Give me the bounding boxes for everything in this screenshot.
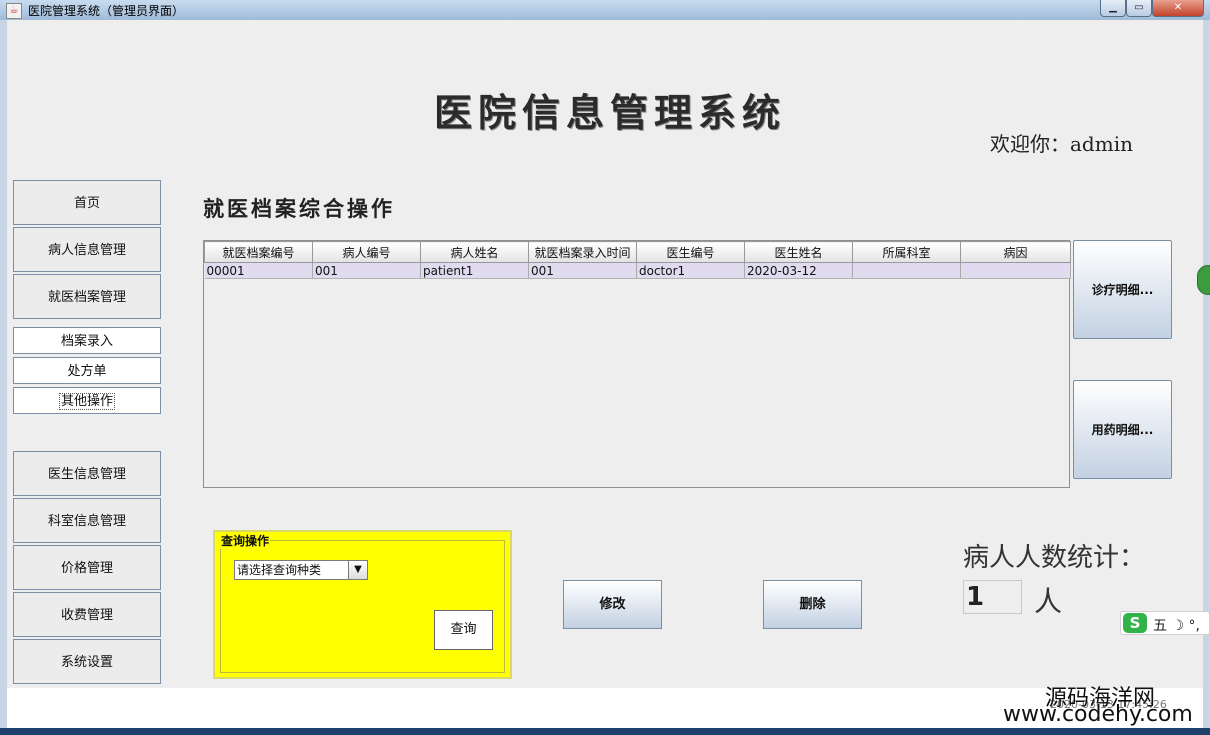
os-taskbar xyxy=(0,728,1210,735)
section-title: 就医档案综合操作 xyxy=(203,196,395,221)
watermark-url: www.codehy.com xyxy=(1003,702,1193,727)
query-panel-legend: 查询操作 xyxy=(220,532,271,549)
subnav-other-label: 其他操作 xyxy=(58,393,115,410)
patient-count-unit: 人 xyxy=(1034,585,1063,618)
subnav-record-entry[interactable]: 档案录入 xyxy=(13,327,161,354)
maximize-button[interactable]: ▭ xyxy=(1126,0,1152,17)
table-header-row: 就医档案编号 病人编号 病人姓名 就医档案录入时间 医生编号 医生姓名 所属科室… xyxy=(204,241,1071,263)
delete-button[interactable]: 删除 xyxy=(763,580,862,629)
column-header[interactable]: 就医档案录入时间 xyxy=(528,241,637,263)
minimize-button[interactable]: ▁ xyxy=(1100,0,1126,17)
nav-home[interactable]: 首页 xyxy=(13,180,161,225)
table-cell[interactable]: 00001 xyxy=(204,262,313,279)
ime-toolbar[interactable]: S 五 ☽ °, xyxy=(1120,611,1210,635)
table-cell[interactable]: 001 xyxy=(312,262,421,279)
query-type-select[interactable]: 请选择查询种类 ▼ xyxy=(234,560,368,580)
nav-patient-info[interactable]: 病人信息管理 xyxy=(13,227,161,272)
query-panel: 查询操作 请选择查询种类 ▼ 查询 xyxy=(213,530,512,679)
floating-widget-icon[interactable] xyxy=(1197,265,1210,295)
table-cell[interactable]: patient1 xyxy=(420,262,529,279)
chevron-down-icon[interactable]: ▼ xyxy=(348,561,367,579)
medication-detail-button[interactable]: 用药明细... xyxy=(1073,380,1172,479)
query-button[interactable]: 查询 xyxy=(434,610,493,650)
nav-price-management[interactable]: 价格管理 xyxy=(13,545,161,590)
table-cell[interactable]: 2020-03-12 xyxy=(744,262,853,279)
sogou-ime-icon[interactable]: S xyxy=(1123,613,1147,633)
nav-system-settings[interactable]: 系统设置 xyxy=(13,639,161,684)
table-cell[interactable] xyxy=(852,262,961,279)
table-cell[interactable] xyxy=(960,262,1071,279)
nav-department-info[interactable]: 科室信息管理 xyxy=(13,498,161,543)
records-table[interactable]: 就医档案编号 病人编号 病人姓名 就医档案录入时间 医生编号 医生姓名 所属科室… xyxy=(203,240,1071,488)
ime-status-text[interactable]: 五 ☽ °, xyxy=(1153,615,1200,635)
table-row[interactable]: 00001 001 patient1 001 doctor1 2020-03-1… xyxy=(204,262,1071,279)
title-bar[interactable]: ☕ 医院管理系统（管理员界面） ▁ ▭ ✕ xyxy=(0,0,1210,21)
close-button[interactable]: ✕ xyxy=(1152,0,1204,17)
column-header[interactable]: 就医档案编号 xyxy=(204,241,313,263)
edit-button[interactable]: 修改 xyxy=(563,580,662,629)
patient-count-field: 1 xyxy=(963,580,1022,614)
nav-fee-management[interactable]: 收费管理 xyxy=(13,592,161,637)
nav-medical-records[interactable]: 就医档案管理 xyxy=(13,274,161,319)
subnav-prescription[interactable]: 处方单 xyxy=(13,357,161,384)
column-header[interactable]: 病人姓名 xyxy=(420,241,529,263)
column-header[interactable]: 医生编号 xyxy=(636,241,745,263)
query-type-value: 请选择查询种类 xyxy=(237,563,322,577)
java-cup-icon: ☕ xyxy=(6,3,22,19)
table-cell[interactable]: 001 xyxy=(528,262,637,279)
patient-count-label: 病人人数统计： xyxy=(963,543,1146,573)
table-cell[interactable]: doctor1 xyxy=(636,262,745,279)
column-header[interactable]: 医生姓名 xyxy=(744,241,853,263)
treatment-detail-button[interactable]: 诊疗明细... xyxy=(1073,240,1172,339)
nav-doctor-info[interactable]: 医生信息管理 xyxy=(13,451,161,496)
column-header[interactable]: 病人编号 xyxy=(312,241,421,263)
welcome-label: 欢迎你：admin xyxy=(990,132,1133,156)
subnav-other-operations[interactable]: 其他操作 xyxy=(13,387,161,414)
window-title: 医院管理系统（管理员界面） xyxy=(28,4,185,18)
column-header[interactable]: 病因 xyxy=(960,241,1071,263)
column-header[interactable]: 所属科室 xyxy=(852,241,961,263)
